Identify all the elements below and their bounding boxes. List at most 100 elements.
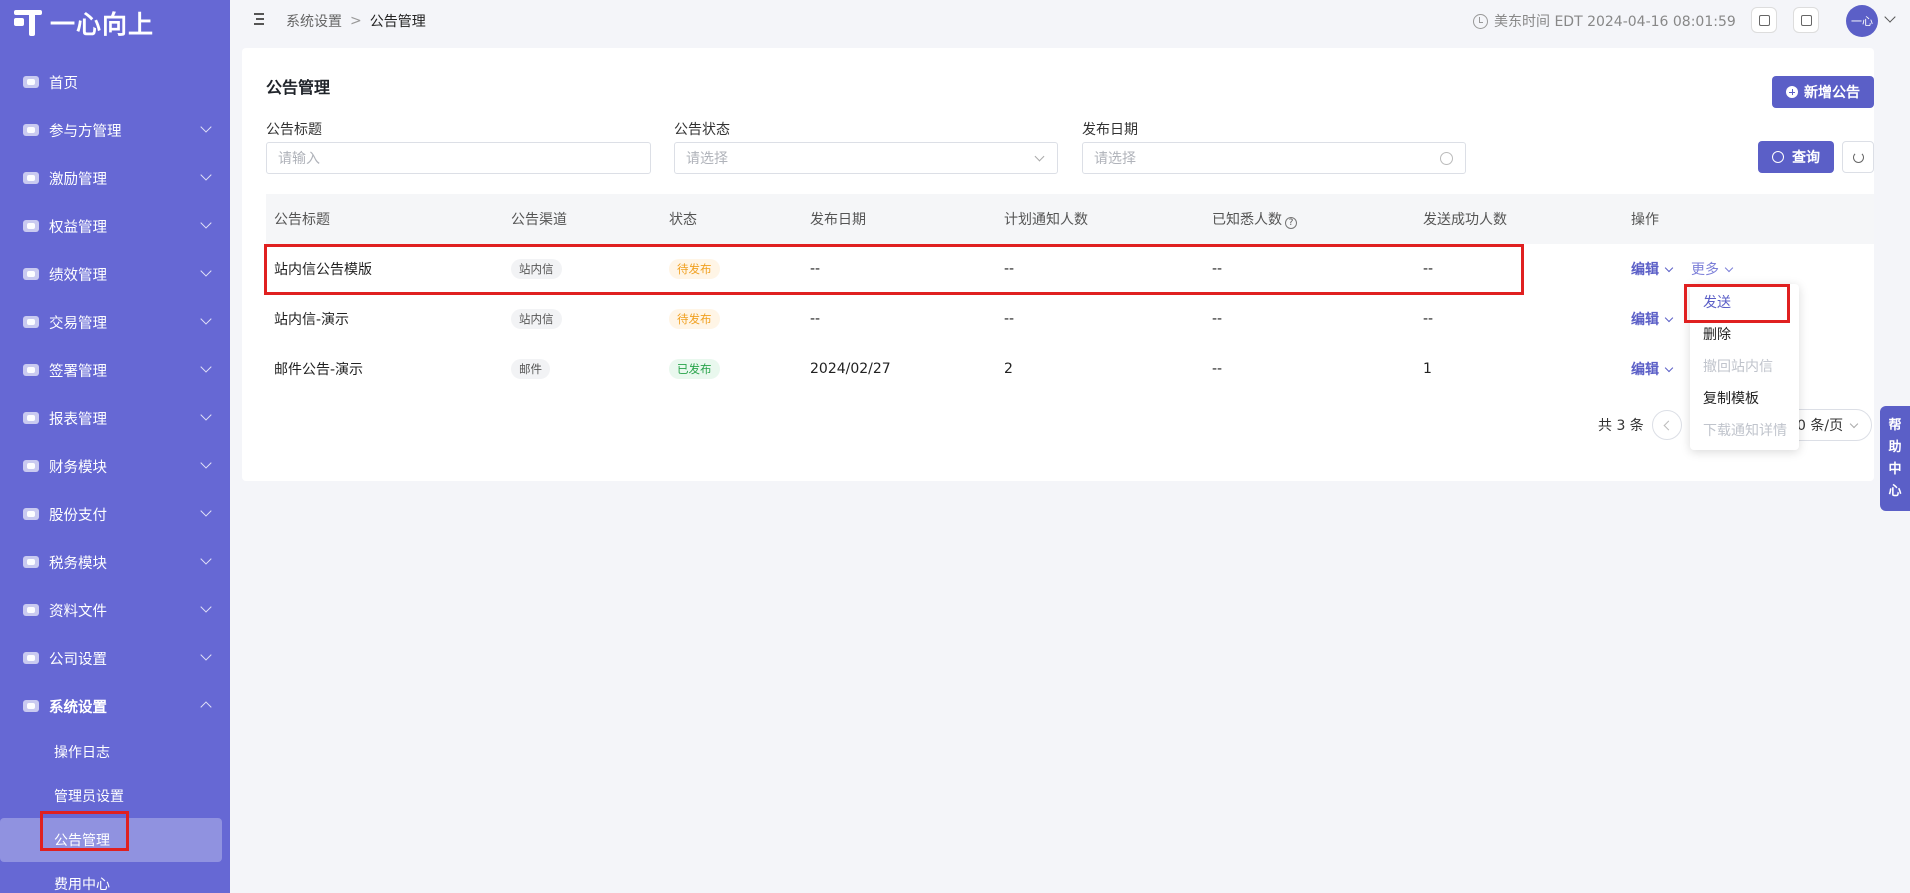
edit-dropdown[interactable]: 编辑 (1631, 259, 1674, 279)
sidebar-item-label: 公司设置 (49, 651, 107, 668)
chevron-down-icon (200, 217, 212, 229)
chevron-down-icon (200, 121, 212, 133)
chevron-down-icon (200, 649, 212, 661)
highlight-box-send (1684, 284, 1790, 323)
highlight-box-row (264, 244, 1524, 295)
help-center-char: 帮 (1888, 417, 1902, 433)
status-badge: 待发布 (669, 309, 720, 329)
document-button[interactable] (1793, 7, 1819, 33)
chevron-down-icon (200, 265, 212, 277)
menu-item-recall: 撤回站内信 (1703, 359, 1773, 375)
pagination-total: 共 3 条 (1598, 418, 1644, 434)
sidebar-item-equity[interactable]: 权益管理 (0, 202, 230, 250)
sidebar-item-trade[interactable]: 交易管理 (0, 298, 230, 346)
cell-planned: -- (1004, 311, 1015, 327)
breadcrumb: 系统设置 > 公告管理 (286, 11, 426, 31)
brand-name: 一心向上 (50, 10, 155, 39)
more-dropdown[interactable]: 更多 (1691, 259, 1734, 279)
title-search-input[interactable]: 请输入 (266, 142, 651, 174)
sidebar-item-sign[interactable]: 签署管理 (0, 346, 230, 394)
sidebar-item-home[interactable]: 首页 (0, 58, 230, 106)
collapse-menu-icon[interactable] (250, 13, 264, 25)
sidebar-item-label: 交易管理 (49, 315, 107, 332)
search-icon (1772, 151, 1784, 163)
more-label: 更多 (1691, 262, 1719, 278)
clock-icon (1473, 13, 1488, 29)
sidebar-item-company[interactable]: 公司设置 (0, 634, 230, 682)
finance-icon (22, 457, 40, 475)
edit-dropdown[interactable]: 编辑 (1631, 359, 1674, 379)
sidebar-item-participants[interactable]: 参与方管理 (0, 106, 230, 154)
sidebar-item-finance[interactable]: 财务模块 (0, 442, 230, 490)
status-select[interactable]: 请选择 (674, 142, 1058, 174)
sidebar-item-incentive[interactable]: 激励管理 (0, 154, 230, 202)
top-header: 系统设置 > 公告管理 美东时间 EDT 2024-04-16 08:01:59… (230, 0, 1910, 40)
chevron-down-icon (1724, 263, 1734, 273)
page-title: 公告管理 (266, 78, 331, 97)
sidebar-item-files[interactable]: 资料文件 (0, 586, 230, 634)
date-placeholder: 请选择 (1094, 151, 1136, 167)
date-picker[interactable]: 请选择 (1082, 142, 1466, 174)
status-placeholder: 请选择 (686, 151, 728, 167)
equity-icon (22, 217, 40, 235)
avatar[interactable]: 一心 (1846, 5, 1878, 37)
report-icon (22, 409, 40, 427)
chevron-down-icon (1664, 363, 1674, 373)
cell-title: 邮件公告-演示 (274, 362, 364, 378)
sidebar-item-label: 权益管理 (49, 219, 107, 236)
sidebar-item-system[interactable]: 系统设置 (0, 682, 230, 730)
sidebar-item-report[interactable]: 报表管理 (0, 394, 230, 442)
column-header: 状态 (669, 212, 697, 228)
chevron-down-icon[interactable] (1884, 11, 1896, 23)
sidebar-subitem-label: 费用中心 (54, 877, 110, 893)
sidebar-item-label: 资料文件 (49, 603, 107, 620)
sidebar-subitem-label: 操作日志 (54, 745, 110, 761)
sidebar-item-label: 财务模块 (49, 459, 107, 476)
prev-page-button[interactable] (1652, 410, 1682, 440)
edit-label: 编辑 (1631, 312, 1659, 328)
company-icon (22, 649, 40, 667)
sign-icon (22, 361, 40, 379)
sidebar-item-label: 股份支付 (49, 507, 107, 524)
edit-label: 编辑 (1631, 362, 1659, 378)
system-icon (22, 697, 40, 715)
clock-icon (1440, 152, 1453, 165)
help-icon[interactable]: ? (1285, 217, 1297, 229)
column-header-label: 已知悉人数 (1212, 212, 1282, 228)
sidebar-subitem-billing[interactable]: 费用中心 (0, 862, 230, 893)
brand-logo[interactable]: 一心向上 (14, 6, 154, 40)
highlight-box-sidebar (40, 811, 129, 851)
add-announcement-button[interactable]: 新增公告 (1772, 76, 1874, 108)
tax-icon (22, 553, 40, 571)
chevron-down-icon (200, 505, 212, 517)
cell-date: 2024/02/27 (810, 361, 891, 377)
sidebar-item-label: 签署管理 (49, 363, 107, 380)
column-header: 公告标题 (274, 212, 330, 228)
task-button[interactable] (1751, 7, 1777, 33)
help-center-char: 中 (1888, 461, 1902, 477)
cell-success: -- (1423, 311, 1434, 327)
menu-item-download-details: 下载通知详情 (1703, 423, 1787, 439)
sidebar-item-performance[interactable]: 绩效管理 (0, 250, 230, 298)
breadcrumb-parent[interactable]: 系统设置 (286, 11, 342, 31)
reset-button[interactable] (1842, 141, 1874, 173)
cell-date: -- (810, 311, 821, 327)
sidebar: 一心向上 首页 参与方管理 激励管理 权益管理 绩效管理 交易管理 签署管理 报… (0, 0, 230, 893)
filter-title-label: 公告标题 (266, 122, 322, 138)
chevron-down-icon (200, 601, 212, 613)
column-header: 计划通知人数 (1004, 212, 1088, 228)
query-button[interactable]: 查询 (1758, 141, 1834, 173)
title-placeholder: 请输入 (278, 151, 320, 167)
chevron-down-icon (1849, 419, 1859, 429)
edit-dropdown[interactable]: 编辑 (1631, 309, 1674, 329)
sidebar-item-share-payment[interactable]: 股份支付 (0, 490, 230, 538)
table-header: 公告标题 公告渠道 状态 发布日期 计划通知人数 已知悉人数? 发送成功人数 操… (266, 194, 1874, 244)
sidebar-item-tax[interactable]: 税务模块 (0, 538, 230, 586)
menu-item-copy-template[interactable]: 复制模板 (1690, 382, 1799, 414)
sidebar-menu: 首页 参与方管理 激励管理 权益管理 绩效管理 交易管理 签署管理 报表管理 财… (0, 58, 230, 893)
help-center-button[interactable]: 帮 助 中 心 (1880, 406, 1910, 511)
query-label: 查询 (1792, 150, 1820, 166)
sidebar-subitem-operation-log[interactable]: 操作日志 (0, 730, 230, 774)
column-header-known: 已知悉人数? (1212, 209, 1297, 229)
chevron-left-icon (1663, 420, 1674, 431)
